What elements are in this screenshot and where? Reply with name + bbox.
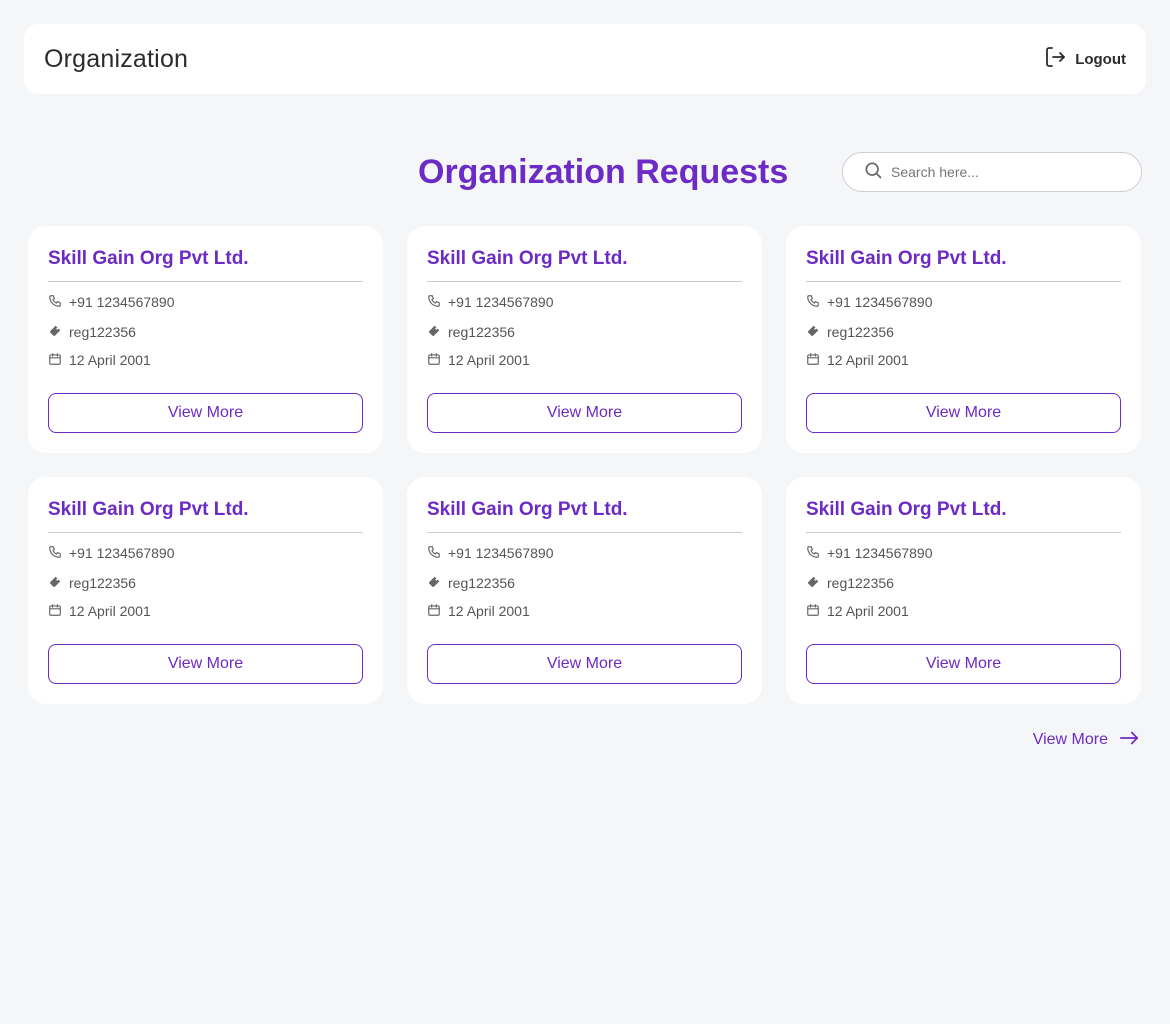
calendar-icon — [427, 603, 441, 620]
tag-icon — [48, 324, 62, 341]
phone-number: +91 1234567890 — [448, 545, 554, 561]
phone-icon — [806, 294, 820, 311]
registration-number: reg122356 — [827, 324, 894, 340]
date-row: 12 April 2001 — [427, 350, 742, 370]
search-box — [842, 152, 1142, 192]
phone-icon — [427, 545, 441, 562]
date-row: 12 April 2001 — [806, 350, 1121, 370]
phone-number: +91 1234567890 — [448, 294, 554, 310]
phone-row: +91 1234567890 — [427, 543, 742, 563]
organization-card: Skill Gain Org Pvt Ltd. +91 1234567890 r… — [786, 477, 1141, 704]
date-row: 12 April 2001 — [48, 350, 363, 370]
search-input[interactable] — [891, 164, 1111, 180]
registration-number: reg122356 — [448, 575, 515, 591]
registration-number: reg122356 — [448, 324, 515, 340]
date-row: 12 April 2001 — [806, 601, 1121, 621]
request-date: 12 April 2001 — [827, 603, 909, 619]
view-more-button[interactable]: View More — [806, 393, 1121, 433]
phone-number: +91 1234567890 — [69, 294, 175, 310]
phone-row: +91 1234567890 — [806, 292, 1121, 312]
organization-card: Skill Gain Org Pvt Ltd. +91 1234567890 r… — [407, 477, 762, 704]
view-more-button[interactable]: View More — [427, 393, 742, 433]
organization-name: Skill Gain Org Pvt Ltd. — [427, 246, 742, 282]
date-row: 12 April 2001 — [427, 601, 742, 621]
logout-label: Logout — [1075, 50, 1126, 68]
app-title: Organization — [44, 44, 189, 73]
request-date: 12 April 2001 — [448, 603, 530, 619]
tag-icon — [806, 575, 820, 592]
organization-card: Skill Gain Org Pvt Ltd. +91 1234567890 r… — [28, 226, 383, 453]
date-row: 12 April 2001 — [48, 601, 363, 621]
phone-icon — [48, 294, 62, 311]
calendar-icon — [48, 603, 62, 620]
phone-number: +91 1234567890 — [827, 294, 933, 310]
view-more-link-label: View More — [1032, 731, 1108, 748]
request-date: 12 April 2001 — [448, 352, 530, 368]
registration-row: reg122356 — [427, 573, 742, 593]
tag-icon — [427, 324, 441, 341]
view-more-button[interactable]: View More — [806, 644, 1121, 684]
phone-row: +91 1234567890 — [806, 543, 1121, 563]
registration-row: reg122356 — [806, 573, 1121, 593]
organization-card: Skill Gain Org Pvt Ltd. +91 1234567890 r… — [786, 226, 1141, 453]
request-date: 12 April 2001 — [69, 603, 151, 619]
registration-row: reg122356 — [48, 322, 363, 342]
tag-icon — [48, 575, 62, 592]
organization-name: Skill Gain Org Pvt Ltd. — [48, 497, 363, 533]
arrow-right-icon — [1118, 727, 1140, 754]
registration-number: reg122356 — [69, 324, 136, 340]
top-bar: Organization Logout — [24, 24, 1146, 94]
organization-name: Skill Gain Org Pvt Ltd. — [427, 497, 742, 533]
organization-card: Skill Gain Org Pvt Ltd. +91 1234567890 r… — [407, 226, 762, 453]
logout-icon — [1043, 45, 1067, 73]
view-more-button[interactable]: View More — [48, 644, 363, 684]
request-cards-grid: Skill Gain Org Pvt Ltd. +91 1234567890 r… — [28, 226, 1141, 704]
organization-name: Skill Gain Org Pvt Ltd. — [806, 246, 1121, 282]
tag-icon — [427, 575, 441, 592]
logout-button[interactable]: Logout — [1043, 45, 1126, 73]
page-title: Organization Requests — [418, 153, 789, 191]
registration-number: reg122356 — [69, 575, 136, 591]
phone-number: +91 1234567890 — [69, 545, 175, 561]
calendar-icon — [48, 352, 62, 369]
calendar-icon — [427, 352, 441, 369]
calendar-icon — [806, 352, 820, 369]
search-icon — [863, 160, 883, 185]
view-more-link[interactable]: View More — [1033, 728, 1140, 752]
phone-row: +91 1234567890 — [427, 292, 742, 312]
organization-name: Skill Gain Org Pvt Ltd. — [48, 246, 363, 282]
phone-row: +91 1234567890 — [48, 543, 363, 563]
registration-number: reg122356 — [827, 575, 894, 591]
phone-icon — [48, 545, 62, 562]
calendar-icon — [806, 603, 820, 620]
phone-icon — [806, 545, 820, 562]
view-more-button[interactable]: View More — [48, 393, 363, 433]
organization-card: Skill Gain Org Pvt Ltd. +91 1234567890 r… — [28, 477, 383, 704]
phone-row: +91 1234567890 — [48, 292, 363, 312]
request-date: 12 April 2001 — [69, 352, 151, 368]
tag-icon — [806, 324, 820, 341]
registration-row: reg122356 — [48, 573, 363, 593]
phone-icon — [427, 294, 441, 311]
registration-row: reg122356 — [427, 322, 742, 342]
view-more-button[interactable]: View More — [427, 644, 742, 684]
request-date: 12 April 2001 — [827, 352, 909, 368]
organization-name: Skill Gain Org Pvt Ltd. — [806, 497, 1121, 533]
phone-number: +91 1234567890 — [827, 545, 933, 561]
registration-row: reg122356 — [806, 322, 1121, 342]
